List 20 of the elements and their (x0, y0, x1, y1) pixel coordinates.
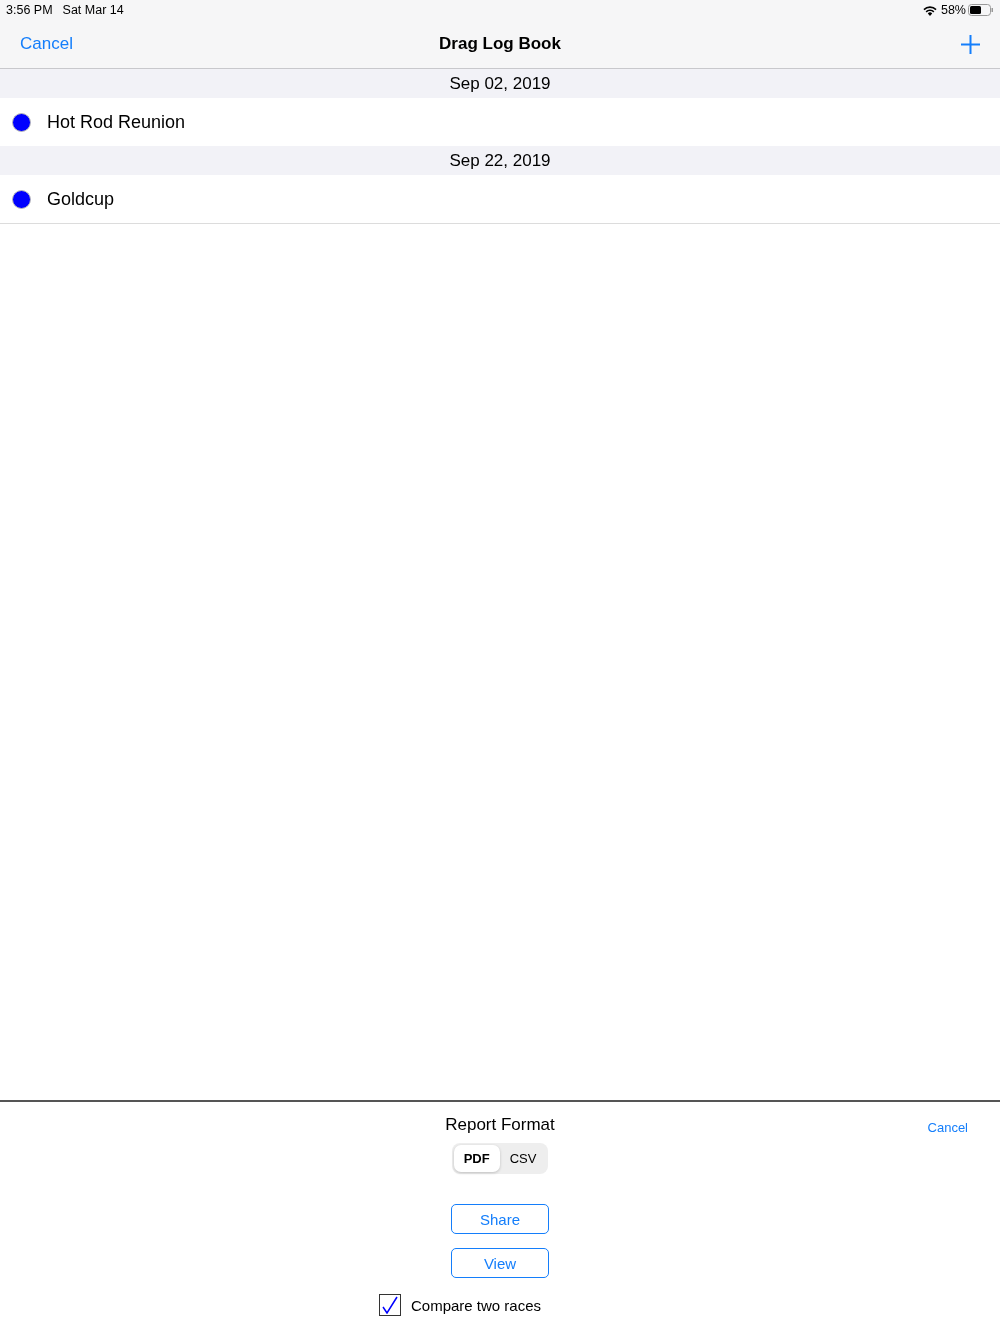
battery-percent: 58% (940, 3, 966, 17)
share-button[interactable]: Share (451, 1204, 549, 1234)
status-time: 3:56 PM (6, 3, 53, 17)
compare-label: Compare two races (410, 1296, 542, 1314)
race-name[interactable]: Hot Rod Reunion (47, 111, 186, 133)
view-button[interactable]: View (451, 1248, 549, 1278)
status-date: Sat Mar 14 (62, 3, 124, 17)
compare-checkbox[interactable] (378, 1294, 401, 1316)
format-option[interactable]: CSV (499, 1145, 547, 1172)
battery-icon (968, 4, 994, 16)
format-option[interactable]: PDF (453, 1145, 500, 1172)
nav-title: Drag Log Book (439, 34, 561, 54)
section-header: Sep 22, 2019 (0, 146, 1000, 175)
race-name[interactable]: Goldcup (47, 188, 115, 210)
wifi-icon (922, 4, 937, 16)
cancel-button[interactable]: Cancel (20, 34, 73, 54)
cancel-button[interactable]: Cancel (927, 1120, 968, 1135)
add-icon[interactable] (961, 34, 980, 54)
report-title: Report Format (445, 1115, 555, 1135)
section-header: Sep 02, 2019 (0, 69, 1000, 98)
